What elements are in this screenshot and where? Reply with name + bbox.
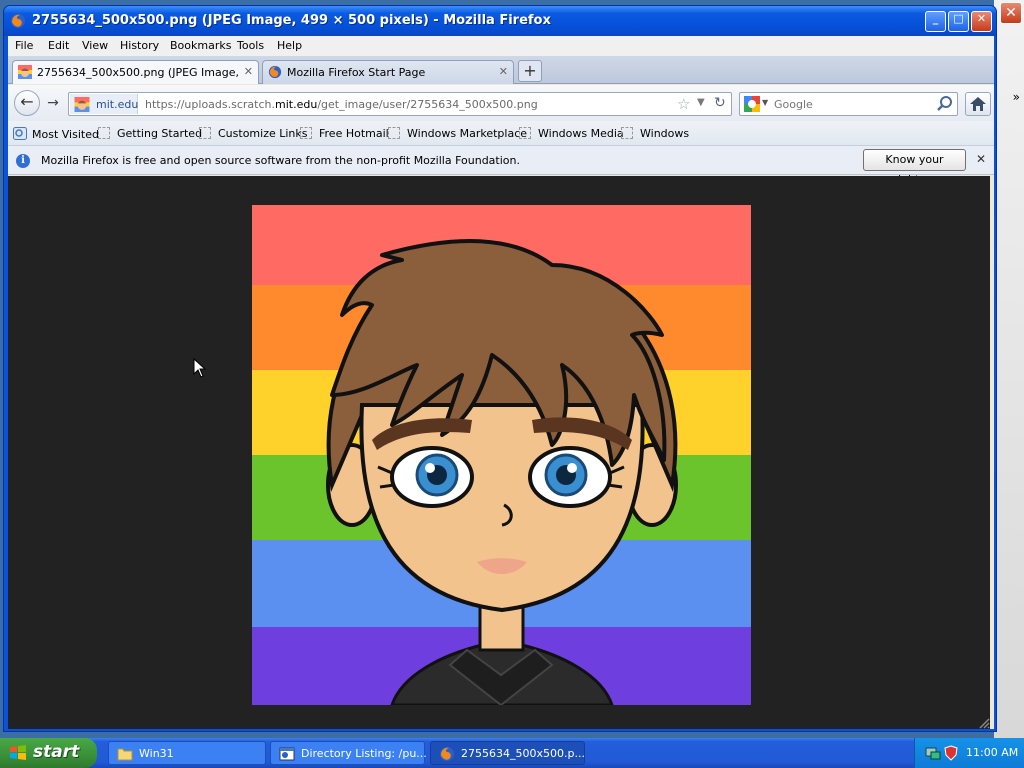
taskbar-item-label: Directory Listing: /pu... (301, 747, 427, 760)
bookmark-windows-media[interactable]: Windows Media (519, 127, 624, 140)
most-visited-icon (13, 127, 27, 140)
url-domain: mit.edu (275, 98, 318, 111)
bookmark-customize-links-label: Customize Links (218, 127, 308, 140)
site-identity-button[interactable]: mit.edu (70, 94, 138, 114)
search-engine-dropdown-icon[interactable]: ▼ (762, 98, 768, 107)
maximize-button[interactable]: □ (948, 11, 969, 32)
tab-image-close-icon[interactable]: ✕ (244, 65, 253, 78)
home-icon (970, 97, 986, 111)
browser-window-icon (279, 747, 295, 761)
taskbar: start Win31 Directory Listing: /pu... 27… (0, 738, 1024, 768)
firefox-icon (11, 14, 25, 28)
taskbar-item-win31[interactable]: Win31 (108, 741, 266, 765)
menu-tools[interactable]: Tools (237, 39, 264, 52)
tab-start-page-close-icon[interactable]: ✕ (499, 65, 508, 78)
new-tab-button[interactable]: + (518, 60, 542, 82)
menu-edit[interactable]: Edit (48, 39, 69, 52)
forward-button[interactable]: → (41, 94, 65, 114)
menu-view[interactable]: View (82, 39, 108, 52)
taskbar-item-label: Win31 (139, 747, 174, 760)
info-icon: i (16, 154, 30, 168)
windows-logo-icon (10, 745, 26, 760)
resize-grip-icon[interactable] (978, 717, 990, 729)
url-suffix: /get_image/user/2755634_500x500.png (317, 98, 538, 111)
bookmark-page-icon (199, 127, 211, 139)
firefox-favicon-icon (268, 65, 282, 79)
menu-help[interactable]: Help (277, 39, 302, 52)
clock: 11:00 AM (966, 746, 1019, 759)
google-icon[interactable] (744, 96, 760, 112)
page-content (8, 176, 990, 729)
url-bar[interactable]: mit.edu https://uploads.scratch.mit.edu/… (68, 92, 732, 116)
taskbar-item-directory-listing[interactable]: Directory Listing: /pu... (270, 741, 427, 765)
url-dropdown-icon[interactable]: ▼ (697, 97, 705, 108)
bookmark-page-icon (621, 127, 633, 139)
url-text[interactable]: https://uploads.scratch.mit.edu/get_imag… (145, 98, 538, 111)
window-client: File Edit View History Bookmarks Tools H… (8, 36, 994, 729)
bookmark-page-icon (300, 127, 312, 139)
bookmark-most-visited[interactable]: Most Visited (13, 127, 99, 141)
home-button[interactable] (965, 92, 991, 116)
notification-text: Mozilla Firefox is free and open source … (41, 154, 520, 167)
reload-icon[interactable]: ↻ (714, 95, 726, 111)
search-bar: ▼ (739, 92, 958, 116)
bookmark-windows-marketplace-label: Windows Marketplace (407, 127, 528, 140)
background-close-button[interactable]: ✕ (1000, 2, 1022, 24)
bookmark-windows-label: Windows (640, 127, 690, 140)
background-chevron-icon[interactable]: » (1013, 90, 1020, 104)
bookmark-windows[interactable]: Windows (621, 127, 689, 140)
close-button[interactable]: ✕ (971, 11, 992, 32)
back-button[interactable]: ← (14, 90, 40, 116)
minimize-button[interactable]: _ (925, 11, 946, 32)
tab-image[interactable]: 2755634_500x500.png (JPEG Image, 49... ✕ (12, 60, 259, 84)
start-label: start (33, 742, 80, 762)
image-favicon-icon (18, 65, 32, 79)
bookmark-most-visited-label: Most Visited (32, 128, 99, 141)
notification-bar: i Mozilla Firefox is free and open sourc… (8, 146, 994, 186)
notification-close-icon[interactable]: ✕ (976, 152, 986, 166)
folder-icon (117, 748, 133, 761)
site-favicon-icon (74, 97, 90, 112)
url-prefix: https://uploads.scratch. (145, 98, 275, 111)
bookmark-star-icon[interactable]: ☆ (677, 95, 690, 113)
bookmarks-toolbar: Most Visited Getting Started Customize L… (8, 121, 994, 146)
taskbar-item-label: 2755634_500x500.p... (461, 747, 585, 760)
background-window-strip: ✕ » (994, 0, 1024, 738)
taskbar-item-firefox-active[interactable]: 2755634_500x500.p... (430, 741, 585, 765)
title-bar[interactable]: 2755634_500x500.png (JPEG Image, 499 × 5… (4, 6, 996, 36)
menu-history[interactable]: History (120, 39, 159, 52)
tab-start-page[interactable]: Mozilla Firefox Start Page ✕ (262, 60, 514, 84)
start-button[interactable]: start (0, 738, 97, 768)
bookmark-customize-links[interactable]: Customize Links (199, 127, 308, 140)
bookmark-windows-media-label: Windows Media (538, 127, 624, 140)
tab-bar: 2755634_500x500.png (JPEG Image, 49... ✕… (8, 56, 994, 84)
search-icon[interactable] (936, 95, 954, 113)
bookmark-free-hotmail[interactable]: Free Hotmail (300, 127, 389, 140)
menu-bookmarks[interactable]: Bookmarks (170, 39, 231, 52)
bookmark-page-icon (388, 127, 400, 139)
search-input[interactable] (774, 95, 934, 113)
avatar-image[interactable] (252, 205, 751, 705)
tab-image-label: 2755634_500x500.png (JPEG Image, 49... (37, 66, 242, 79)
window-title: 2755634_500x500.png (JPEG Image, 499 × 5… (32, 13, 551, 28)
bookmark-getting-started[interactable]: Getting Started (98, 127, 202, 140)
security-shield-icon[interactable] (944, 745, 958, 761)
mouse-cursor-icon (193, 358, 207, 378)
know-your-rights-button[interactable]: Know your rights... (863, 149, 966, 186)
network-icon[interactable] (925, 745, 941, 761)
menu-file[interactable]: File (15, 39, 33, 52)
system-tray: 11:00 AM (914, 738, 1024, 768)
bookmark-page-icon (519, 127, 531, 139)
firefox-icon (440, 747, 454, 761)
tab-start-page-label: Mozilla Firefox Start Page (287, 66, 426, 79)
navigation-toolbar: ← → mit.edu https://uploads.scratch.mit.… (8, 85, 994, 121)
site-identity-label: mit.edu (96, 98, 139, 111)
bookmark-getting-started-label: Getting Started (117, 127, 203, 140)
bookmark-windows-marketplace[interactable]: Windows Marketplace (388, 127, 527, 140)
bookmark-page-icon (98, 127, 110, 139)
firefox-window: 2755634_500x500.png (JPEG Image, 499 × 5… (3, 5, 997, 732)
menu-bar: File Edit View History Bookmarks Tools H… (8, 36, 994, 56)
bookmark-free-hotmail-label: Free Hotmail (319, 127, 389, 140)
